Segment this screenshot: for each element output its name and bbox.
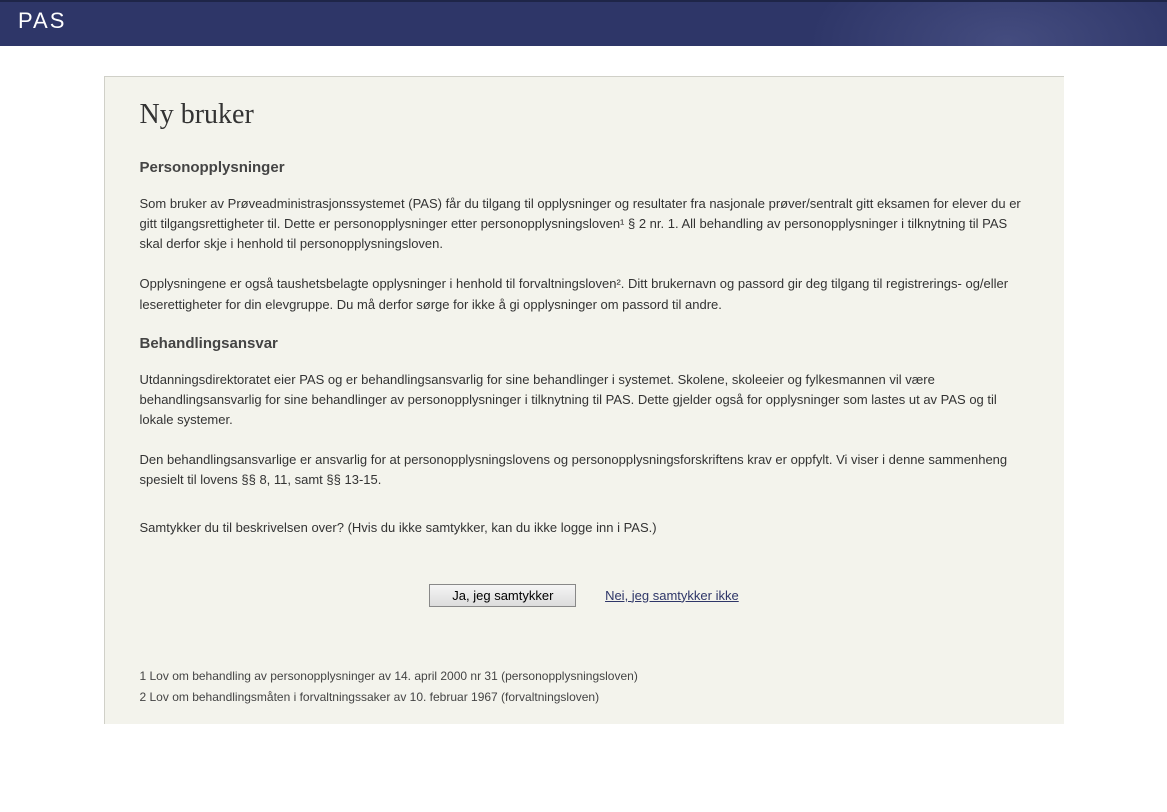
section-heading-behandlingsansvar: Behandlingsansvar [140, 335, 1029, 352]
page-title: Ny bruker [140, 99, 1029, 131]
footnotes: 1 Lov om behandling av personopplysninge… [140, 667, 1029, 707]
section-heading-personopplysninger: Personopplysninger [140, 159, 1029, 176]
paragraph-behandlingsansvar-2: Den behandlingsansvarlige er ansvarlig f… [140, 450, 1029, 490]
content-wrapper: Ny bruker Personopplysninger Som bruker … [0, 46, 1167, 724]
footnote-2: 2 Lov om behandlingsmåten i forvaltnings… [140, 688, 1029, 707]
paragraph-personopplysninger-2: Opplysningene er også taushetsbelagte op… [140, 274, 1029, 314]
app-title: PAS [18, 8, 1149, 34]
app-header: PAS [0, 0, 1167, 46]
paragraph-behandlingsansvar-1: Utdanningsdirektoratet eier PAS og er be… [140, 370, 1029, 430]
footnote-1: 1 Lov om behandling av personopplysninge… [140, 667, 1029, 686]
content-box: Ny bruker Personopplysninger Som bruker … [104, 76, 1064, 724]
consent-yes-button[interactable]: Ja, jeg samtykker [429, 584, 576, 607]
paragraph-personopplysninger-1: Som bruker av Prøveadministrasjonssystem… [140, 194, 1029, 254]
consent-button-row: Ja, jeg samtykker Nei, jeg samtykker ikk… [140, 584, 1029, 607]
consent-question: Samtykker du til beskrivelsen over? (Hvi… [140, 518, 1029, 538]
consent-no-link[interactable]: Nei, jeg samtykker ikke [605, 588, 739, 603]
